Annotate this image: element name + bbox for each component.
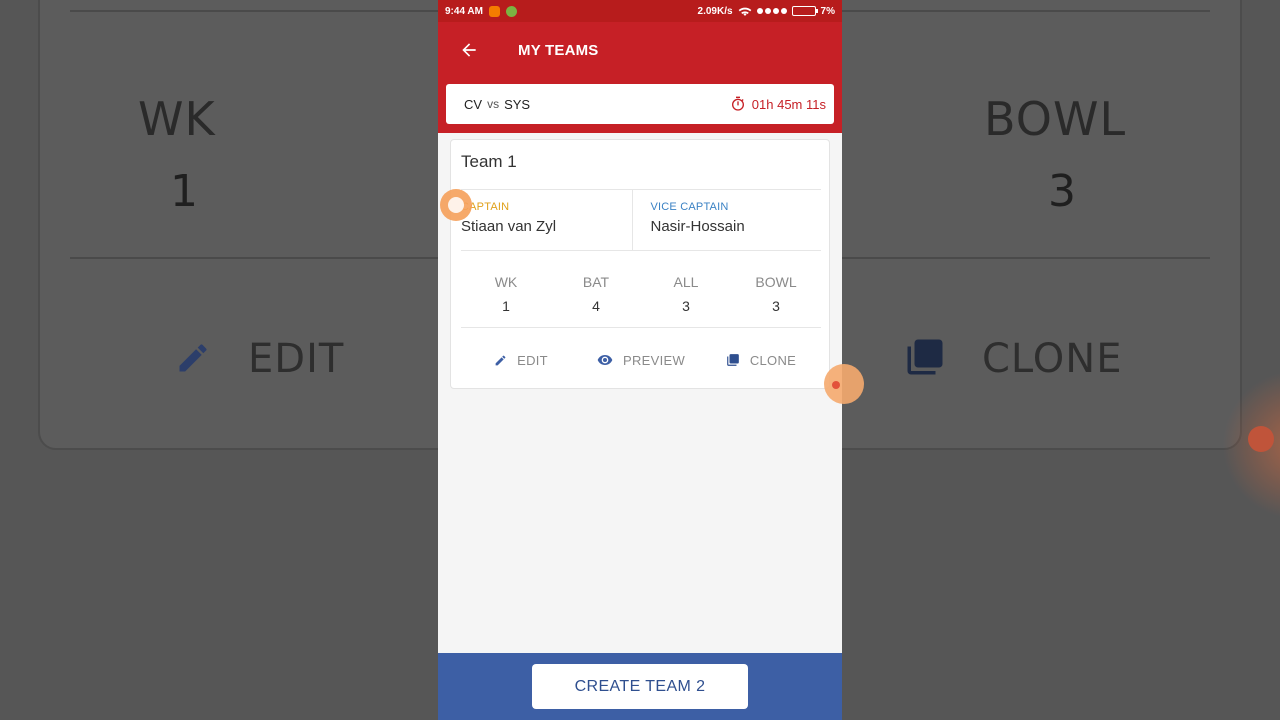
captain-label: CAPTAIN xyxy=(461,201,510,213)
copy-icon xyxy=(727,354,739,366)
stat-value: 3 xyxy=(682,298,690,314)
captain-name: Stiaan van Zyl xyxy=(461,218,557,235)
signal-icon xyxy=(756,8,787,14)
vs-label: vs xyxy=(487,97,500,111)
captain-row: CAPTAIN Stiaan van Zyl VICE CAPTAIN Nasi… xyxy=(461,189,821,251)
team-card[interactable]: Team 1 CAPTAIN Stiaan van Zyl VICE CAPTA… xyxy=(450,139,830,389)
stat-value: 4 xyxy=(592,298,600,314)
background-touch-dot xyxy=(1248,426,1274,452)
arrow-left-icon[interactable] xyxy=(458,39,480,61)
stat-label: ALL xyxy=(673,274,699,290)
vice-captain-label: VICE CAPTAIN xyxy=(650,201,729,213)
vice-captain-name: Nasir-Hossain xyxy=(650,218,745,235)
preview-label: PREVIEW xyxy=(622,352,686,368)
stat-value: 1 xyxy=(502,298,510,314)
stat-wk: WK 1 xyxy=(461,264,551,327)
app-bar: MY TEAMS xyxy=(438,22,842,78)
background-stat-label: BOWL xyxy=(984,92,1127,146)
match-bar: CV vs SYS 01h 45m 11s xyxy=(446,84,834,124)
stopwatch-icon xyxy=(731,96,744,111)
pencil-icon xyxy=(495,355,506,365)
stat-bat: BAT 4 xyxy=(551,264,641,327)
page-title: MY TEAMS xyxy=(518,41,599,59)
stat-label: WK xyxy=(494,274,518,290)
notification-app-icon xyxy=(488,5,500,17)
stat-label: BAT xyxy=(582,274,610,290)
background-stat-label: WK xyxy=(138,92,216,146)
battery-icon xyxy=(791,6,818,16)
vice-captain-section: VICE CAPTAIN Nasir-Hossain xyxy=(631,190,822,250)
stat-label: BOWL xyxy=(755,274,797,290)
team2-name: SYS xyxy=(504,96,531,112)
team1-name: CV xyxy=(464,96,483,112)
edit-button[interactable]: EDIT xyxy=(461,340,581,380)
wifi-icon xyxy=(738,7,751,16)
clone-label: CLONE xyxy=(749,352,797,368)
match-header: CV vs SYS 01h 45m 11s xyxy=(438,78,842,133)
background-stat-value: 1 xyxy=(170,166,198,217)
battery-percent: 7% xyxy=(820,5,835,17)
background-clone-label: CLONE xyxy=(982,336,1123,382)
captain-section: CAPTAIN Stiaan van Zyl xyxy=(461,190,632,250)
touch-indicator-center xyxy=(448,197,464,213)
touch-indicator xyxy=(824,364,864,404)
team-title: Team 1 xyxy=(461,152,517,171)
touch-indicator-dot xyxy=(832,381,840,389)
bottom-bar: CREATE TEAM 2 xyxy=(438,653,842,720)
edit-label: EDIT xyxy=(517,352,548,368)
countdown-text: 01h 45m 11s xyxy=(751,96,826,112)
background-copy-icon xyxy=(904,336,946,383)
preview-button[interactable]: PREVIEW xyxy=(581,340,701,380)
create-team-button[interactable]: CREATE TEAM 2 xyxy=(532,664,748,709)
notification-app-icon xyxy=(505,5,517,17)
status-time: 9:44 AM xyxy=(445,5,483,17)
background-stat-value: 3 xyxy=(1048,166,1076,217)
background-edit-label: EDIT xyxy=(248,336,345,382)
stat-all: ALL 3 xyxy=(641,264,731,327)
clone-button[interactable]: CLONE xyxy=(701,340,821,380)
stat-bowl: BOWL 3 xyxy=(731,264,821,327)
phone-screen: 9:44 AM 2.09K/s 7% MY TEAMS CV vs SYS 01… xyxy=(438,0,842,720)
background-pencil-icon xyxy=(175,340,211,381)
status-bar: 9:44 AM 2.09K/s 7% xyxy=(438,0,842,22)
stat-value: 3 xyxy=(772,298,780,314)
status-right: 2.09K/s 7% xyxy=(698,6,835,17)
eye-icon xyxy=(597,355,613,365)
player-role-stats: WK 1 BAT 4 ALL 3 BOWL 3 xyxy=(461,264,821,328)
match-timer: 01h 45m 11s xyxy=(730,96,826,112)
team-actions: EDIT PREVIEW CLONE xyxy=(461,340,821,380)
network-speed: 2.09K/s xyxy=(697,5,733,17)
